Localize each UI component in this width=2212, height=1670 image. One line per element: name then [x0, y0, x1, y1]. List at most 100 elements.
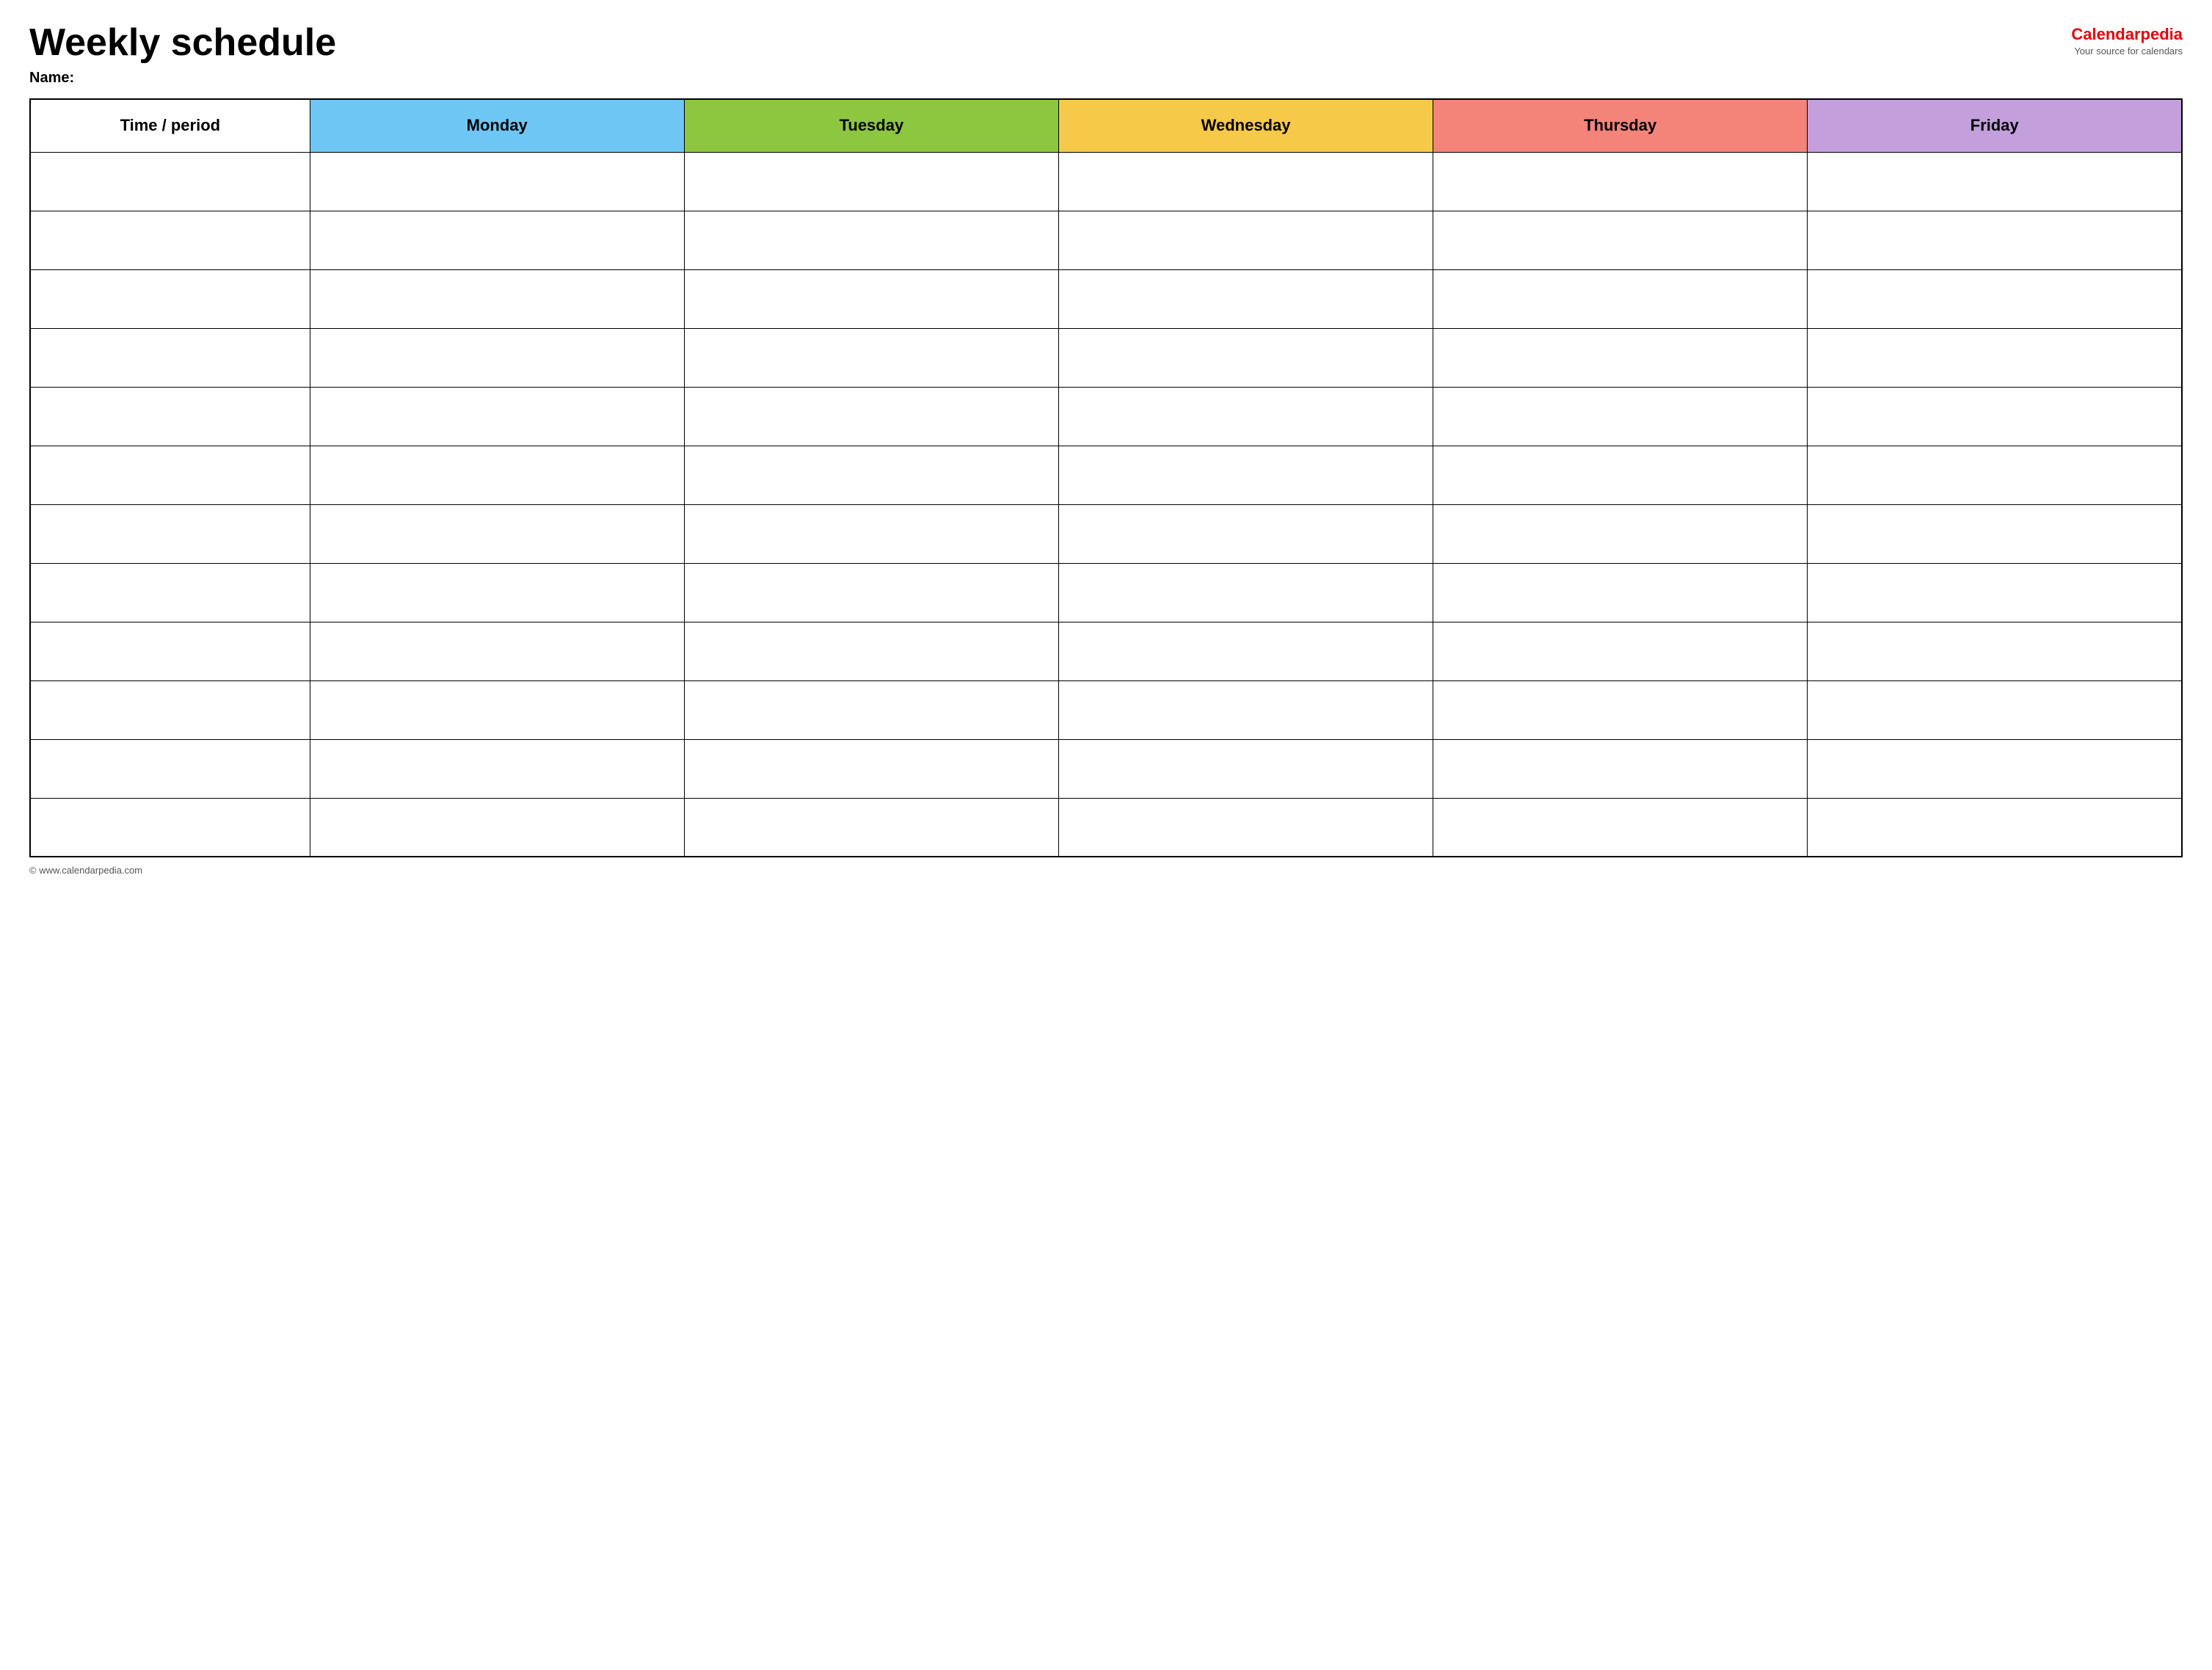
table-row — [30, 328, 2182, 387]
table-row — [30, 269, 2182, 328]
time-cell[interactable] — [30, 622, 310, 680]
schedule-cell[interactable] — [310, 152, 684, 211]
schedule-cell[interactable] — [310, 622, 684, 680]
schedule-cell[interactable] — [1433, 387, 1808, 446]
schedule-cell[interactable] — [1058, 739, 1433, 798]
schedule-cell[interactable] — [1808, 269, 2182, 328]
col-header-friday: Friday — [1808, 99, 2182, 152]
table-row — [30, 739, 2182, 798]
time-cell[interactable] — [30, 269, 310, 328]
schedule-cell[interactable] — [684, 504, 1058, 563]
schedule-cell[interactable] — [684, 563, 1058, 622]
logo-text: Calendarpedia — [2071, 25, 2183, 44]
table-row — [30, 152, 2182, 211]
schedule-cell[interactable] — [1433, 446, 1808, 504]
schedule-cell[interactable] — [684, 152, 1058, 211]
schedule-cell[interactable] — [1433, 269, 1808, 328]
table-body — [30, 152, 2182, 857]
schedule-cell[interactable] — [1808, 446, 2182, 504]
time-cell[interactable] — [30, 152, 310, 211]
header-row: Time / period Monday Tuesday Wednesday T… — [30, 99, 2182, 152]
time-cell[interactable] — [30, 739, 310, 798]
schedule-cell[interactable] — [1058, 680, 1433, 739]
col-header-wednesday: Wednesday — [1058, 99, 1433, 152]
schedule-cell[interactable] — [310, 328, 684, 387]
schedule-cell[interactable] — [310, 269, 684, 328]
schedule-cell[interactable] — [1058, 269, 1433, 328]
schedule-cell[interactable] — [1808, 328, 2182, 387]
logo-area: Calendarpedia Your source for calendars — [2071, 25, 2183, 57]
col-header-tuesday: Tuesday — [684, 99, 1058, 152]
schedule-table: Time / period Monday Tuesday Wednesday T… — [29, 98, 2183, 857]
schedule-cell[interactable] — [684, 211, 1058, 269]
time-cell[interactable] — [30, 798, 310, 857]
schedule-cell[interactable] — [1433, 328, 1808, 387]
time-cell[interactable] — [30, 446, 310, 504]
time-cell[interactable] — [30, 387, 310, 446]
table-row — [30, 211, 2182, 269]
schedule-cell[interactable] — [1433, 152, 1808, 211]
schedule-cell[interactable] — [310, 211, 684, 269]
logo-calendar: Calendar — [2071, 25, 2140, 43]
table-row — [30, 680, 2182, 739]
schedule-cell[interactable] — [1433, 680, 1808, 739]
schedule-cell[interactable] — [1808, 798, 2182, 857]
schedule-cell[interactable] — [684, 680, 1058, 739]
schedule-cell[interactable] — [1058, 798, 1433, 857]
schedule-cell[interactable] — [1433, 622, 1808, 680]
schedule-cell[interactable] — [310, 504, 684, 563]
schedule-cell[interactable] — [1433, 563, 1808, 622]
schedule-cell[interactable] — [1058, 622, 1433, 680]
schedule-cell[interactable] — [1058, 387, 1433, 446]
page-title: Weekly schedule — [29, 22, 336, 64]
schedule-cell[interactable] — [684, 798, 1058, 857]
schedule-cell[interactable] — [1433, 798, 1808, 857]
table-row — [30, 798, 2182, 857]
time-cell[interactable] — [30, 328, 310, 387]
table-row — [30, 563, 2182, 622]
title-area: Weekly schedule Name: — [29, 22, 336, 87]
schedule-cell[interactable] — [1808, 211, 2182, 269]
table-row — [30, 387, 2182, 446]
schedule-cell[interactable] — [1808, 680, 2182, 739]
schedule-cell[interactable] — [310, 446, 684, 504]
schedule-cell[interactable] — [1058, 152, 1433, 211]
schedule-cell[interactable] — [310, 680, 684, 739]
schedule-cell[interactable] — [310, 739, 684, 798]
schedule-cell[interactable] — [1058, 328, 1433, 387]
schedule-cell[interactable] — [1808, 622, 2182, 680]
schedule-cell[interactable] — [1058, 446, 1433, 504]
footer: © www.calendarpedia.com — [29, 865, 2183, 876]
schedule-cell[interactable] — [1808, 387, 2182, 446]
col-header-monday: Monday — [310, 99, 684, 152]
schedule-cell[interactable] — [1433, 739, 1808, 798]
time-cell[interactable] — [30, 211, 310, 269]
schedule-cell[interactable] — [684, 269, 1058, 328]
schedule-cell[interactable] — [684, 739, 1058, 798]
schedule-cell[interactable] — [684, 387, 1058, 446]
schedule-cell[interactable] — [1808, 563, 2182, 622]
schedule-cell[interactable] — [684, 328, 1058, 387]
schedule-cell[interactable] — [1808, 152, 2182, 211]
schedule-cell[interactable] — [1808, 504, 2182, 563]
copyright-text: © www.calendarpedia.com — [29, 865, 142, 876]
time-cell[interactable] — [30, 563, 310, 622]
schedule-cell[interactable] — [1433, 504, 1808, 563]
logo-subtitle: Your source for calendars — [2074, 46, 2183, 57]
schedule-cell[interactable] — [310, 387, 684, 446]
schedule-cell[interactable] — [684, 622, 1058, 680]
logo-pedia: pedia — [2141, 25, 2183, 43]
schedule-cell[interactable] — [684, 446, 1058, 504]
schedule-cell[interactable] — [1058, 211, 1433, 269]
schedule-cell[interactable] — [310, 798, 684, 857]
schedule-cell[interactable] — [1058, 504, 1433, 563]
header-section: Weekly schedule Name: Calendarpedia Your… — [29, 22, 2183, 87]
schedule-cell[interactable] — [1058, 563, 1433, 622]
schedule-cell[interactable] — [1808, 739, 2182, 798]
time-cell[interactable] — [30, 680, 310, 739]
table-row — [30, 622, 2182, 680]
schedule-cell[interactable] — [310, 563, 684, 622]
table-row — [30, 446, 2182, 504]
schedule-cell[interactable] — [1433, 211, 1808, 269]
time-cell[interactable] — [30, 504, 310, 563]
